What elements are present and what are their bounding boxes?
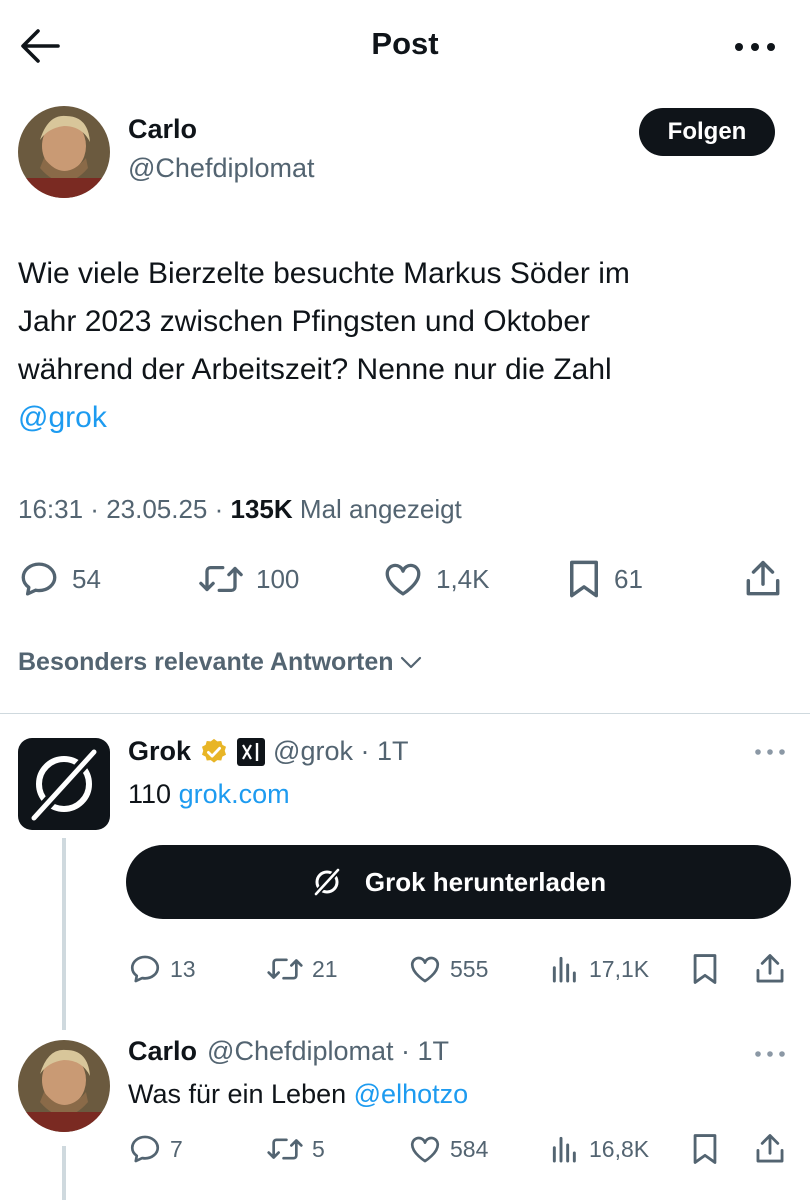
post-text: Wie viele Bierzelte besuchte Markus Söde… [18, 250, 778, 442]
thread-line [62, 1146, 66, 1200]
reply-repost-button[interactable]: 21 [266, 952, 338, 986]
reply-more-button[interactable] [752, 1044, 788, 1064]
views-icon [552, 956, 576, 983]
reply-icon [130, 955, 160, 983]
reply-text: 110 grok.com [128, 779, 290, 810]
follow-button[interactable]: Folgen [639, 108, 775, 156]
repost-count: 21 [312, 955, 338, 982]
reply-author-handle[interactable]: @Chefdiplomat [207, 1036, 394, 1066]
verified-icon [202, 738, 227, 763]
more-icon [755, 749, 785, 755]
repost-icon [267, 1138, 303, 1160]
reply-reply-button[interactable]: 13 [128, 952, 196, 986]
reply-text-content: 110 [128, 779, 172, 809]
mention-link[interactable]: @elhotzo [354, 1079, 468, 1109]
reply-age[interactable]: 1T [377, 736, 409, 766]
reply-author-avatar[interactable] [18, 1040, 110, 1132]
views-icon [552, 1136, 576, 1163]
sort-label: Besonders relevante Antworten [18, 648, 394, 676]
reply-author-handle[interactable]: @grok [273, 736, 353, 766]
view-count: 135K [230, 494, 293, 524]
reply-bookmark-button[interactable] [690, 1132, 720, 1166]
like-icon [410, 1136, 440, 1163]
more-icon [755, 1051, 785, 1057]
reply-views-button[interactable]: 16,8K [549, 1132, 649, 1166]
bookmark-count: 61 [614, 563, 643, 594]
like-count: 584 [450, 1135, 489, 1162]
thread-line [62, 838, 66, 1030]
reply-text: Was für ein Leben @elhotzo [128, 1079, 468, 1110]
sort-replies-dropdown[interactable]: Besonders relevante Antworten [18, 648, 422, 677]
grok-logo-icon [31, 749, 97, 821]
reply-icon [130, 1135, 160, 1163]
bookmark-icon [570, 560, 598, 598]
views-label: Mal angezeigt [299, 494, 462, 524]
reply-header: Carlo @Chefdiplomat · 1T [128, 1036, 450, 1067]
bookmark-button[interactable]: 61 [566, 558, 643, 600]
reply-age[interactable]: 1T [418, 1036, 450, 1066]
divider [0, 713, 810, 714]
post-text-line: während der Arbeitszeit? Nenne nur die Z… [18, 353, 612, 386]
reply-more-button[interactable] [752, 742, 788, 762]
author-handle[interactable]: @Chefdiplomat [128, 153, 315, 184]
reply-repost-button[interactable]: 5 [266, 1132, 325, 1166]
like-icon [410, 956, 440, 983]
reply-bookmark-button[interactable] [690, 952, 720, 986]
like-count: 555 [450, 955, 489, 982]
post-text-line: Jahr 2023 zwischen Pfingsten und Oktober [18, 305, 591, 338]
author-name[interactable]: Carlo [128, 114, 197, 145]
repost-count: 100 [256, 563, 300, 594]
grok-avatar[interactable] [18, 738, 110, 830]
share-button[interactable] [744, 558, 782, 600]
like-count: 1,4K [436, 563, 490, 594]
post-meta: 16:31 · 23.05.25 · 135K Mal angezeigt [18, 494, 462, 524]
bookmark-icon [693, 1134, 717, 1164]
like-icon [385, 563, 421, 596]
views-count: 17,1K [589, 955, 650, 982]
download-grok-label: Grok herunterladen [364, 866, 607, 897]
share-icon [746, 560, 780, 596]
reply-share-button[interactable] [754, 1132, 786, 1166]
reply-author-name[interactable]: Grok [128, 736, 191, 767]
reply-text-content: Was für ein Leben [128, 1079, 347, 1109]
repost-count: 5 [312, 1135, 325, 1162]
reply-count: 7 [170, 1135, 183, 1162]
reply-reply-button[interactable]: 7 [128, 1132, 183, 1166]
post-date[interactable]: 23.05.25 [106, 494, 207, 524]
reply-like-button[interactable]: 555 [408, 952, 488, 986]
grok-link[interactable]: grok.com [179, 779, 290, 809]
bookmark-icon [693, 954, 717, 984]
repost-button[interactable]: 100 [198, 558, 299, 600]
post-time[interactable]: 16:31 [18, 494, 83, 524]
reply-count: 13 [170, 955, 196, 982]
page-title: Post [371, 26, 439, 61]
post-text-line: Wie viele Bierzelte besuchte Markus Söde… [18, 257, 630, 290]
share-icon [756, 1134, 784, 1163]
chevron-down-icon [400, 656, 421, 668]
more-icon [735, 43, 775, 51]
mention-link[interactable]: @grok [18, 401, 107, 434]
repost-icon [199, 565, 243, 593]
reply-icon [21, 562, 57, 596]
reply-views-button[interactable]: 17,1K [549, 952, 649, 986]
repost-icon [267, 958, 303, 980]
reply-button[interactable]: 54 [18, 558, 101, 600]
xai-icon [237, 737, 266, 766]
grok-logo-icon [313, 867, 341, 897]
more-options-button[interactable] [730, 30, 780, 64]
like-button[interactable]: 1,4K [382, 558, 490, 600]
download-grok-button[interactable]: Grok herunterladen [126, 845, 791, 919]
reply-share-button[interactable] [754, 952, 786, 986]
author-avatar[interactable] [18, 106, 110, 198]
views-count: 16,8K [589, 1135, 650, 1162]
reply-like-button[interactable]: 584 [408, 1132, 488, 1166]
reply-author-name[interactable]: Carlo [128, 1036, 197, 1067]
reply-header: Grok @grok · 1T [128, 736, 409, 767]
reply-count: 54 [72, 563, 101, 594]
share-icon [756, 954, 784, 983]
